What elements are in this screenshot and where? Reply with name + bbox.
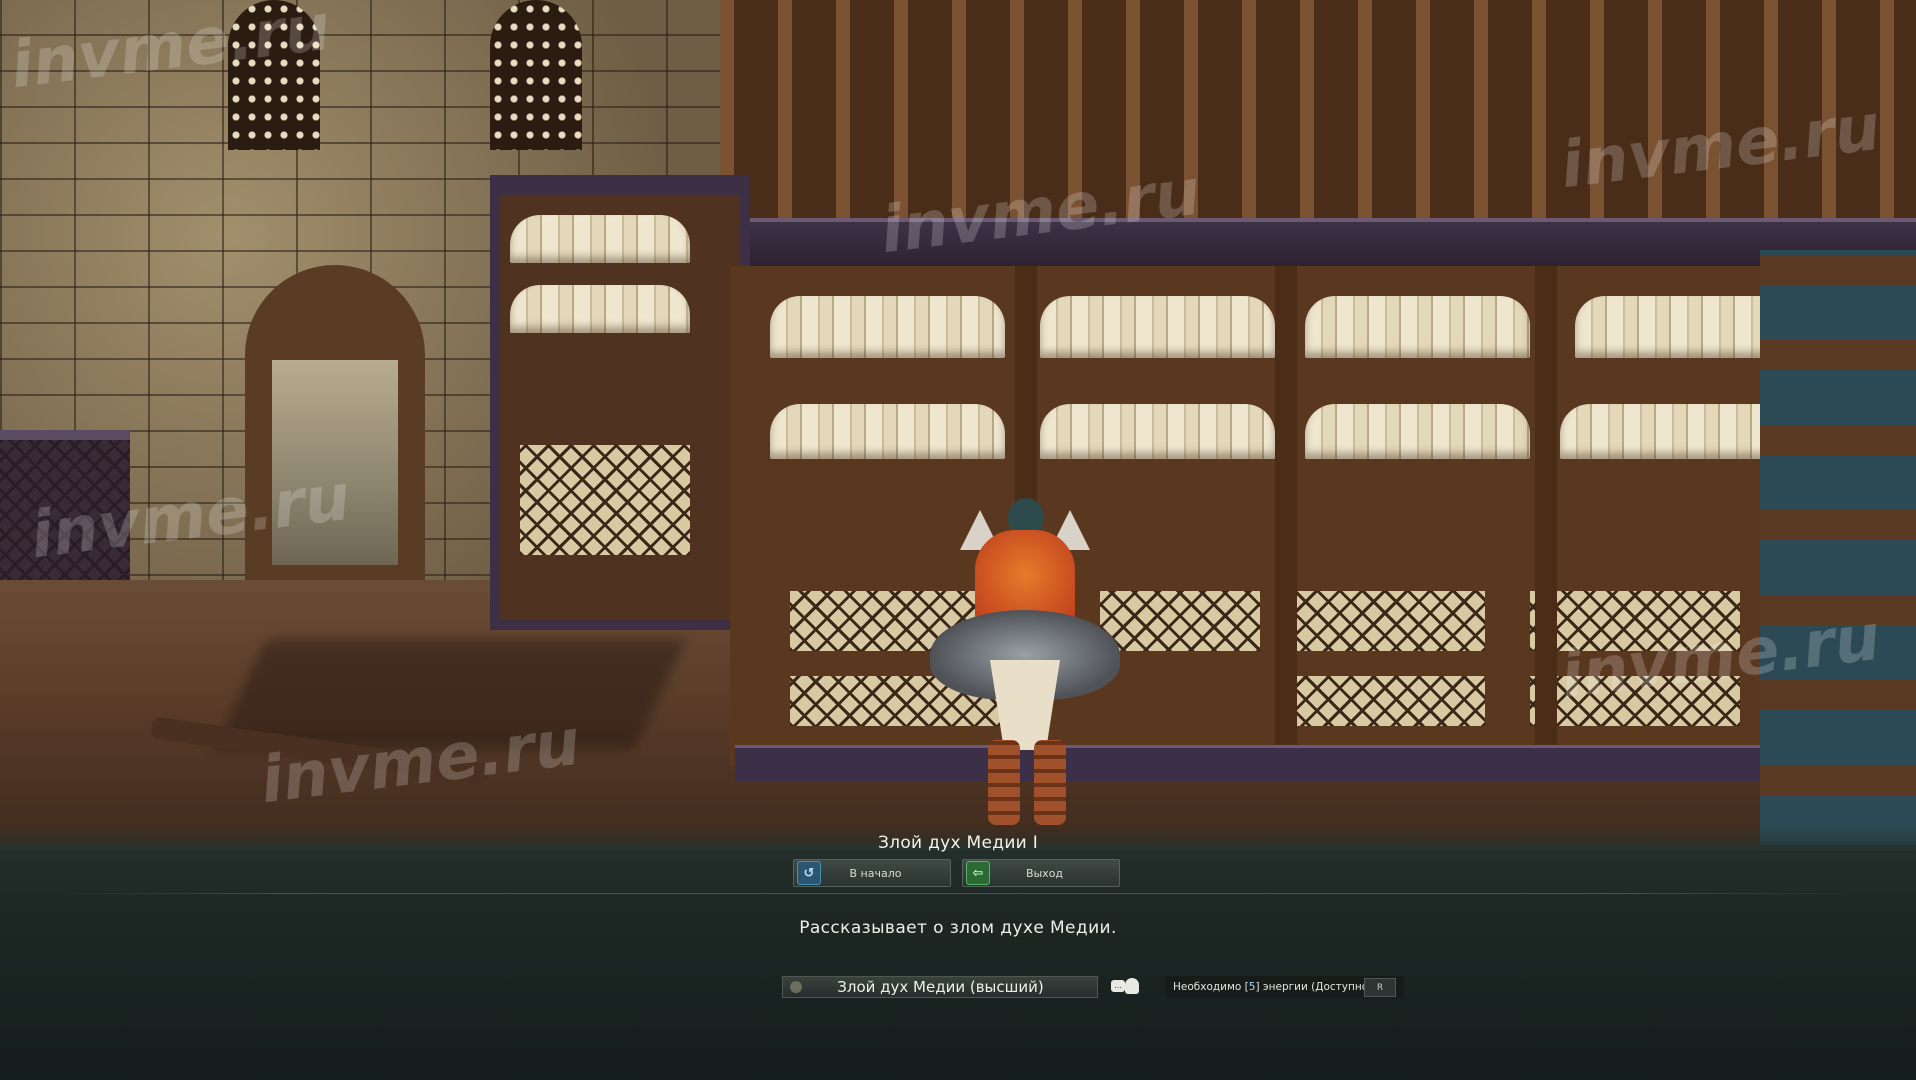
side-bookshelf — [490, 175, 750, 630]
book-row — [1040, 404, 1275, 459]
lattice-door — [1285, 676, 1485, 726]
option-button[interactable]: Злой дух Медии (высший) … — [782, 976, 1139, 998]
npc-dialog-panel — [0, 845, 1916, 1080]
lattice-door — [1285, 591, 1485, 651]
wall-vent-right — [490, 0, 582, 150]
player-character — [930, 490, 1120, 830]
shelf-base-trim — [735, 745, 1895, 782]
book-row — [1040, 296, 1275, 358]
exit-button-label: Выход — [1025, 866, 1064, 880]
start-button[interactable]: ↺ В начало — [793, 859, 951, 887]
book-row — [510, 285, 690, 333]
shelf-pillar — [1275, 266, 1297, 766]
npc-title: Злой дух Медии I — [877, 833, 1039, 853]
character-skirt — [990, 660, 1060, 750]
character-leg — [1034, 740, 1066, 825]
book-row — [770, 404, 1005, 459]
book-row — [1305, 296, 1530, 358]
start-button-label: В начало — [849, 866, 902, 880]
spirit-head-icon — [1125, 978, 1139, 994]
dialog-text: Рассказывает о злом духе Медии. — [799, 918, 1117, 938]
book-row — [770, 296, 1005, 358]
key-icon — [790, 981, 802, 993]
hotkey-r[interactable]: R — [1364, 978, 1396, 997]
exit-door-icon: ⇦ — [966, 861, 990, 885]
dialog-divider — [60, 893, 1856, 894]
lattice-door — [1100, 591, 1260, 651]
start-arrow-icon: ↺ — [797, 861, 821, 885]
chat-bubble-icon: … — [1111, 980, 1125, 992]
book-row — [510, 215, 690, 263]
option-label: Злой дух Медии (высший) — [837, 978, 1044, 996]
book-row — [1305, 404, 1530, 459]
requirement-prefix: Необходимо [ — [1173, 981, 1249, 993]
requirement-middle: ] энергии (Доступно: — [1255, 981, 1372, 993]
right-cabinet — [1760, 250, 1916, 850]
shelf-pillar — [1535, 266, 1557, 766]
lattice-door — [520, 445, 690, 555]
energy-cost: 5 — [1248, 981, 1256, 993]
exit-button[interactable]: ⇦ Выход — [962, 859, 1120, 887]
character-leg — [988, 740, 1020, 825]
